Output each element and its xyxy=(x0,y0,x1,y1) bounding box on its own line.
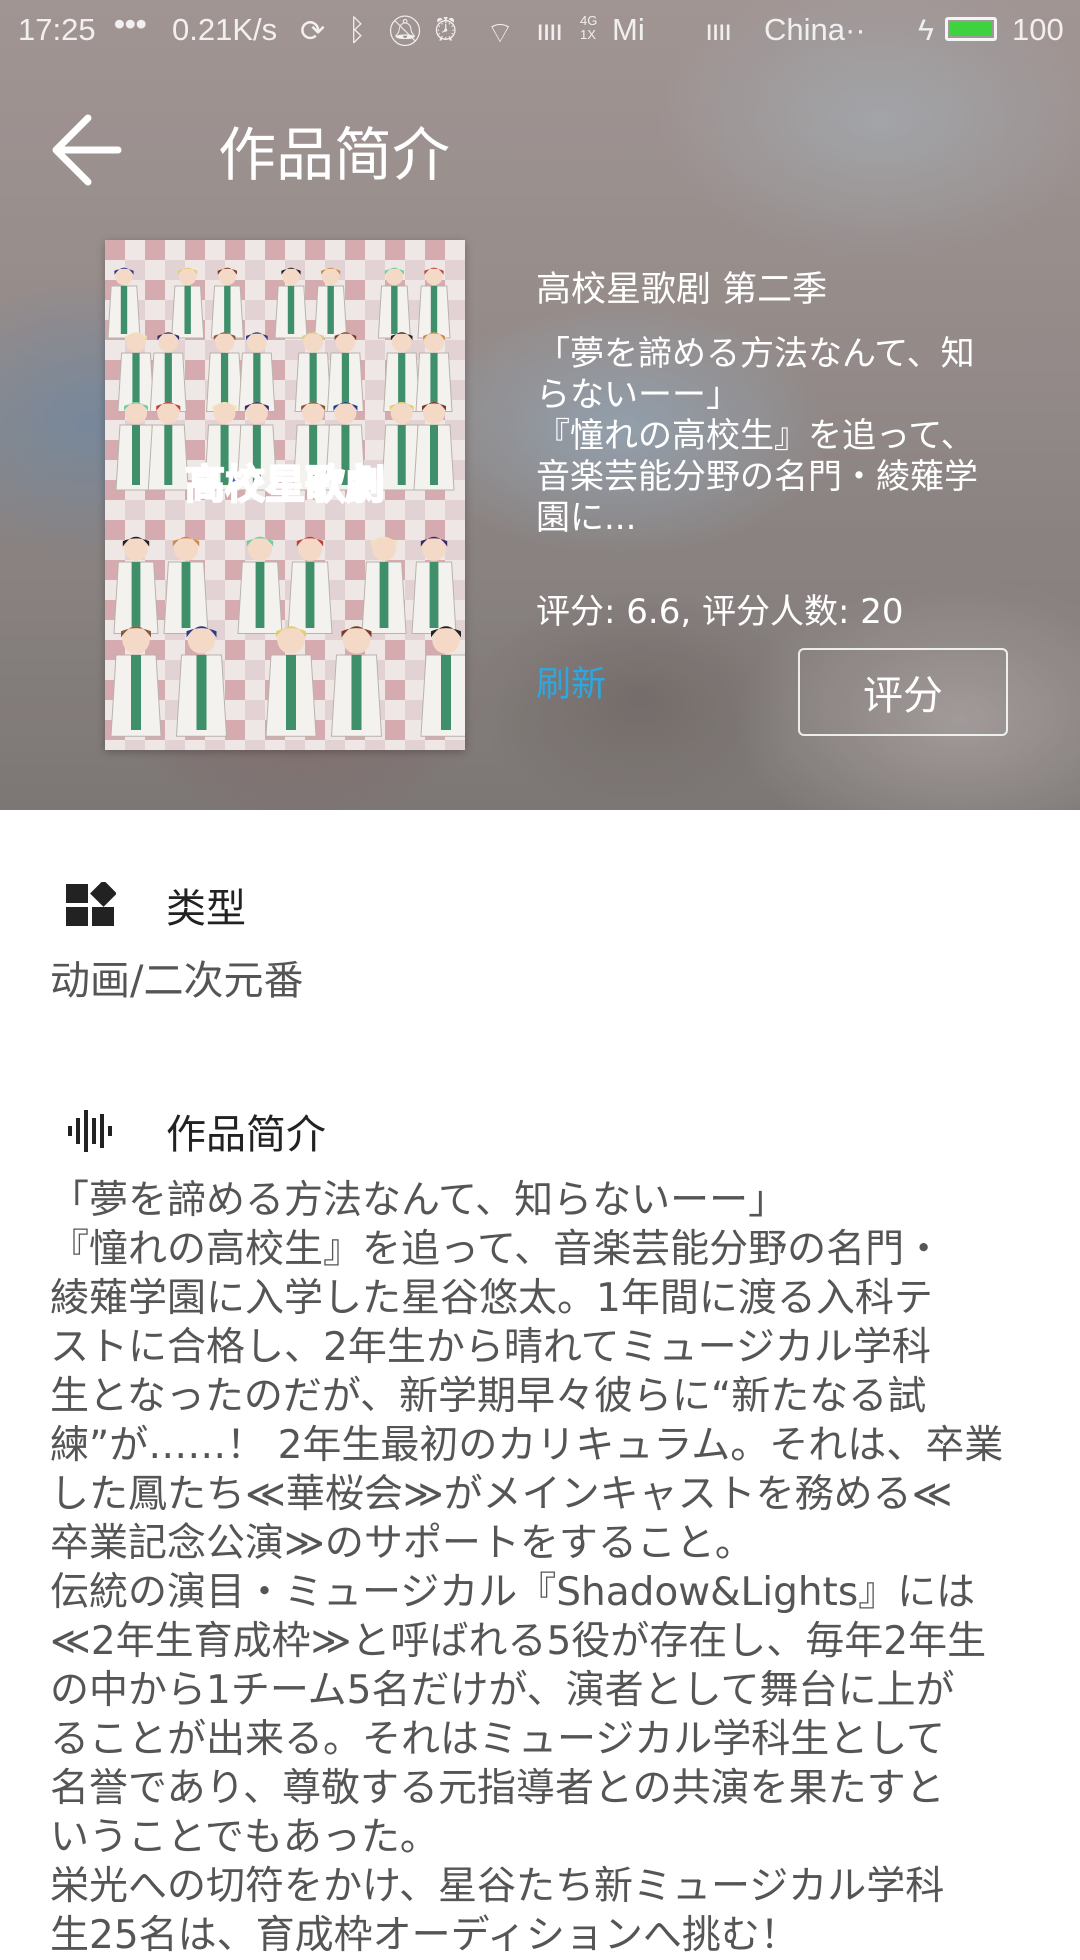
synopsis-section-header: 作品简介 xyxy=(64,1102,326,1160)
battery-icon xyxy=(945,17,997,41)
poster-figure-stripe xyxy=(132,353,140,407)
charging-icon: ϟ xyxy=(918,14,934,47)
poster-figure-stripe xyxy=(286,655,296,730)
poster-figure-stripe xyxy=(287,286,295,334)
show-info: 高校星歌剧 第二季 「夢を諦める方法なんて、知らないーー」 『憧れの高校生』を追… xyxy=(536,268,1016,539)
status-time: 17:25 xyxy=(18,12,96,47)
type-section-label: 类型 xyxy=(166,886,246,932)
poster-figure-stripe xyxy=(429,562,439,628)
poster-figure-stripe xyxy=(398,353,406,407)
status-battery-level: 100 xyxy=(1012,12,1064,47)
synopsis-text: 「夢を諦める方法なんて、知らないーー」 『憧れの高校生』を追って、音楽芸能分野の… xyxy=(50,1178,1004,1958)
sync-icon: ⟳ xyxy=(300,15,326,48)
status-dots: ••• xyxy=(114,6,147,41)
poster-figure-stripe xyxy=(255,562,265,628)
rate-button[interactable]: 评分 xyxy=(798,648,1008,736)
signal-icon-2: ıııı xyxy=(705,14,732,47)
poster-figure-stripe xyxy=(181,562,191,628)
status-carrier-1: Mi xyxy=(612,12,645,47)
status-network-badge: 4G 1X xyxy=(580,13,598,42)
poster-figure-stripe xyxy=(220,353,229,407)
poster-figure-stripe xyxy=(305,562,315,628)
bluetooth-icon: ᛒ xyxy=(348,14,366,47)
show-short-description: 「夢を諦める方法なんて、知らないーー」 『憧れの高校生』を追って、音楽芸能分野の… xyxy=(536,334,978,538)
poster-figure-stripe xyxy=(430,353,438,407)
waveform-icon xyxy=(64,1105,116,1157)
poster-figure-stripe xyxy=(164,353,172,407)
rating-summary: 评分: 6.6, 评分人数: 20 xyxy=(536,592,904,632)
alarm-icon: ⏰︎ xyxy=(434,14,458,47)
page-title: 作品简介 xyxy=(218,121,451,189)
arrow-left-icon xyxy=(52,114,122,186)
status-bar: 17:25 ••• 0.21K/s ⟳ ᛒ 🔕︎ ⏰︎ ⌔ ıııı 4G 1X… xyxy=(0,0,1080,60)
battery-level-fill xyxy=(950,22,992,36)
poster-figure-stripe xyxy=(351,655,362,730)
type-section-header: 类型 xyxy=(64,876,246,934)
show-title: 高校星歌剧 第二季 xyxy=(536,270,828,310)
poster-figure-stripe xyxy=(441,655,451,730)
signal-icon: ıııı xyxy=(536,14,563,47)
poster-figure-stripe xyxy=(196,655,207,730)
poster-figure-stripe xyxy=(309,353,317,407)
poster-figure-stripe xyxy=(327,286,334,334)
poster-figure-stripe xyxy=(131,562,141,628)
poster-logo: 高校星歌劇 xyxy=(185,461,385,508)
wifi-icon: ⌔ xyxy=(486,17,515,50)
back-button[interactable] xyxy=(40,100,130,190)
poster-figure-stripe xyxy=(164,425,173,485)
poster-figure-stripe xyxy=(253,353,261,407)
status-net-speed: 0.21K/s xyxy=(172,12,278,47)
poster-figure-stripe xyxy=(430,425,438,485)
refresh-link[interactable]: 刷新 xyxy=(536,656,606,707)
poster-figure-stripe xyxy=(397,425,406,485)
status-carrier-2: China·· xyxy=(764,12,866,47)
poster-figure-stripe xyxy=(379,562,389,628)
poster-art: 高校星歌劇 xyxy=(105,240,465,750)
poster-figure-stripe xyxy=(224,286,231,334)
grid-icon xyxy=(64,879,116,931)
poster-figure-stripe xyxy=(131,655,141,730)
type-value: 动画/二次元番 xyxy=(50,958,304,1004)
synopsis-section-label: 作品简介 xyxy=(166,1112,326,1158)
bell-mute-icon: 🔕︎ xyxy=(386,15,425,48)
poster-figure-stripe xyxy=(120,286,128,334)
poster-image: 高校星歌劇 xyxy=(105,240,465,750)
poster-figure-stripe xyxy=(132,425,140,485)
poster-figure-stripe xyxy=(341,353,350,407)
poster-figure-stripe xyxy=(184,286,191,334)
poster-figure-stripe xyxy=(430,286,438,334)
poster-figure-stripe xyxy=(391,286,398,334)
